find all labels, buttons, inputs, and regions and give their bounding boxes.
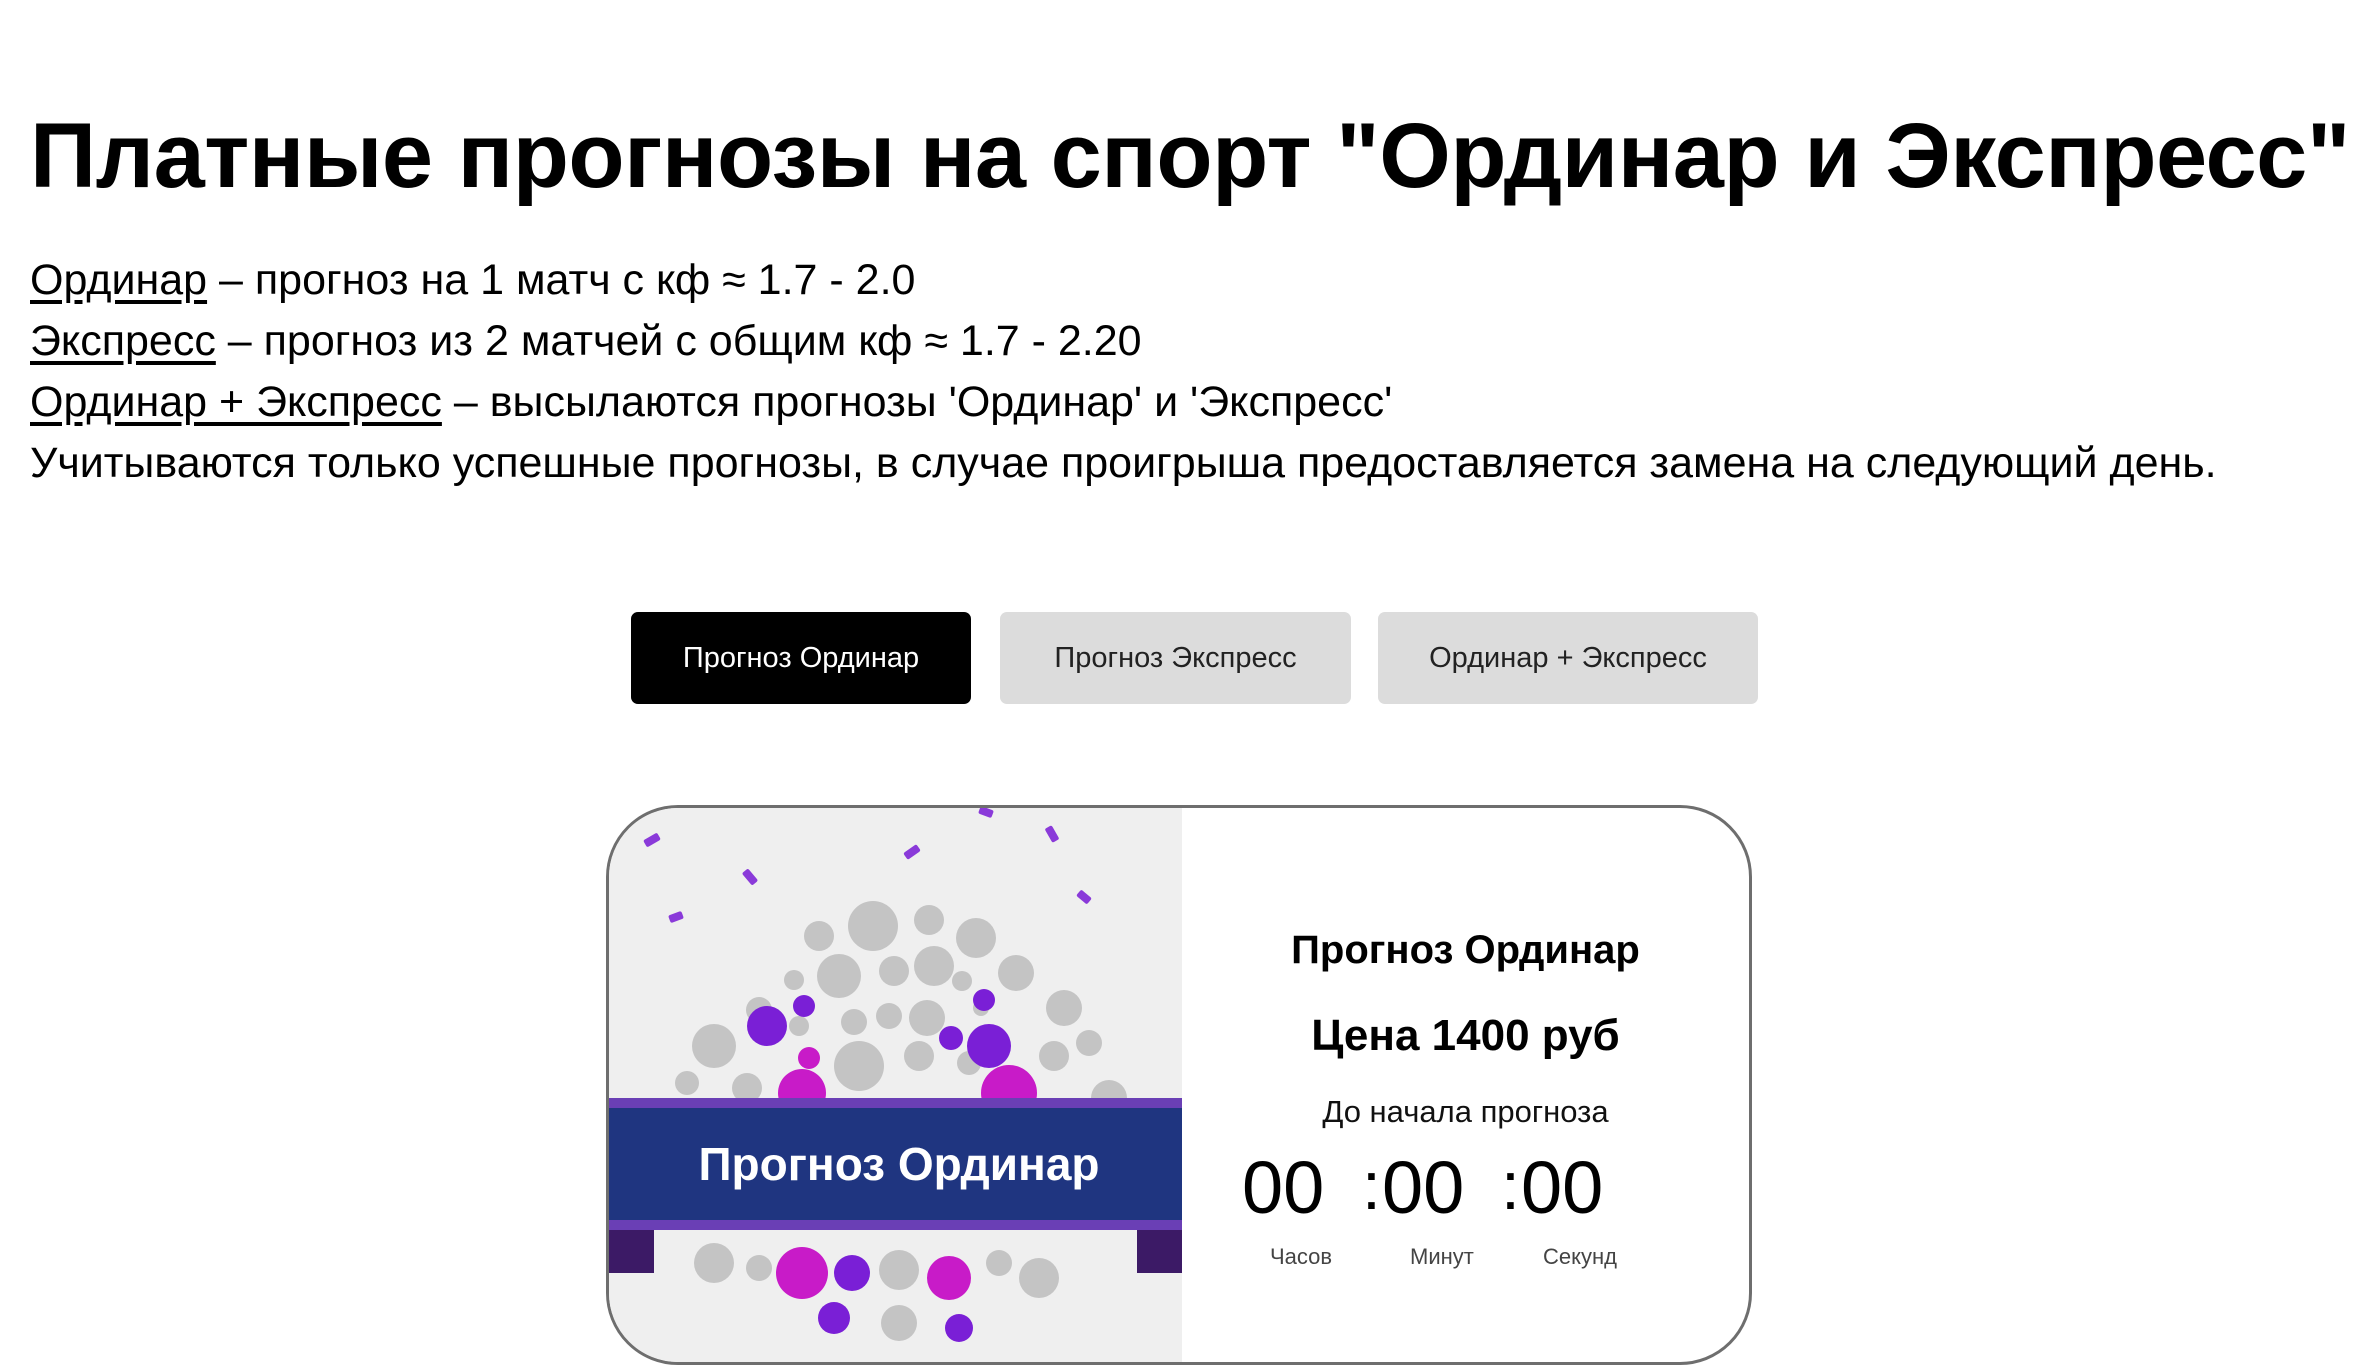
description-note: Учитываются только успешные прогнозы, в … [30,439,2217,487]
tab-ordinar-express[interactable]: Ординар + Экспресс [1378,612,1758,704]
product-card: Прогноз Ординар Прогноз Ординар Цена 140… [606,805,1752,1365]
tab-express[interactable]: Прогноз Экспресс [1000,612,1351,704]
page-title: Платные прогнозы на спорт "Ординар и Экс… [30,105,2350,207]
banner-text: Прогноз Ординар [698,1138,1099,1190]
description-line-ordinar: Ординар – прогноз на 1 матч с кф ≈ 1.7 -… [30,250,2217,311]
product-price: Цена 1400 руб [1311,1011,1620,1060]
description-line-combo: Ординар + Экспресс – высылаются прогнозы… [30,372,2217,433]
confetti-illustration: Прогноз Ординар [609,808,1182,1362]
tab-ordinar[interactable]: Прогноз Ординар [631,612,971,704]
minutes-label: Минут [1410,1244,1474,1269]
countdown-label: До начала прогноза [1322,1094,1609,1129]
countdown-separator: : [1362,1148,1381,1224]
description-text: – прогноз на 1 матч с кф ≈ 1.7 - 2.0 [207,256,916,304]
product-info: Прогноз Ординар Цена 1400 руб До начала … [1182,808,1749,1362]
countdown-separator: : [1501,1148,1520,1224]
description-text: – прогноз из 2 матчей с общим кф ≈ 1.7 -… [215,317,1142,365]
hours-label: Часов [1270,1244,1333,1269]
product-title: Прогноз Ординар [1291,928,1640,972]
ordinar-express-link[interactable]: Ординар + Экспресс [30,378,442,426]
countdown-hours: 00 [1242,1146,1325,1229]
seconds-label: Секунд [1543,1244,1617,1269]
forecast-tabs: Прогноз Ординар Прогноз Экспресс Ординар… [0,612,2376,704]
product-image: Прогноз Ординар [609,808,1182,1362]
page: Платные прогнозы на спорт "Ординар и Экс… [0,0,2376,1365]
description-text: – высылаются прогнозы 'Ординар' и 'Экспр… [441,378,1393,426]
countdown-timer: 00 : 00 : 00 [1182,1143,1749,1233]
countdown-minutes: 00 [1382,1146,1465,1229]
description: Ординар – прогноз на 1 матч с кф ≈ 1.7 -… [30,250,2217,494]
description-line-express: Экспресс – прогноз из 2 матчей с общим к… [30,311,2217,372]
express-link[interactable]: Экспресс [30,317,216,365]
countdown-seconds: 00 [1521,1146,1604,1229]
ordinar-link[interactable]: Ординар [30,256,207,304]
